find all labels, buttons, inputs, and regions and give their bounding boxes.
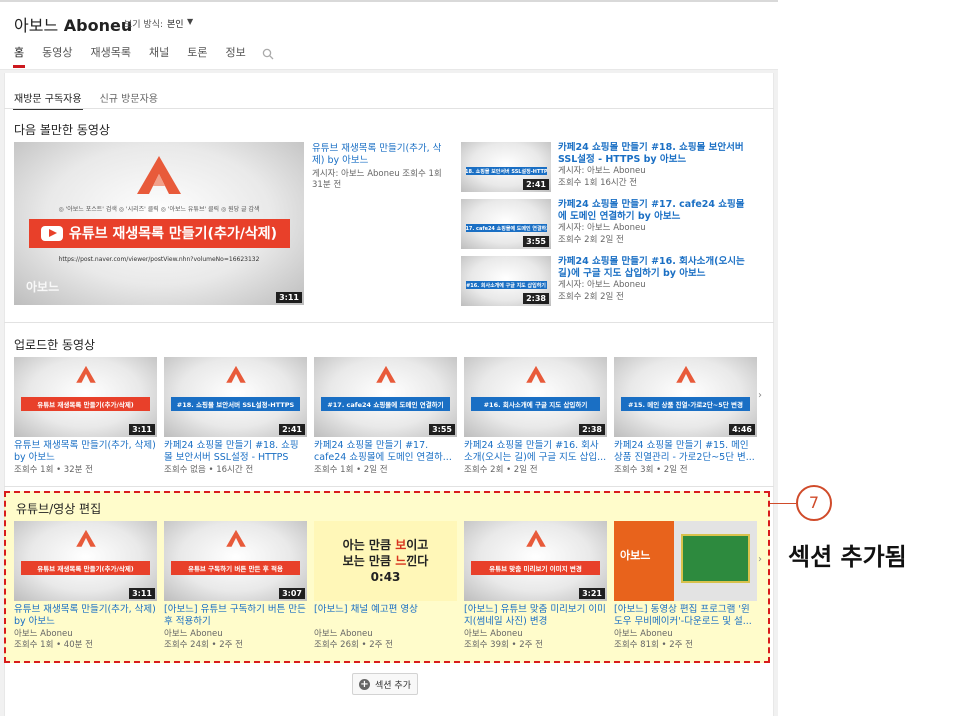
video-duration: 3:55 bbox=[429, 424, 455, 435]
channel-header: 아보느 Aboneu 보기 방식: 본인 ▼ 홈 동영상 재생목록 채널 토론 … bbox=[0, 0, 778, 70]
annotation-connector bbox=[770, 503, 796, 504]
upload-video-thumbnail[interactable]: 유튜브 재생목록 만들기(추가/삭제) 3:11 bbox=[14, 357, 157, 437]
list-video-meta: 조회수 2회 2일 전 bbox=[558, 292, 624, 302]
thumbnail-banner: #16. 회사소개에 구글 지도 삽입하기 bbox=[465, 281, 547, 289]
thumbnail-banner: 유튜브 재생목록 만들기(추가/삭제) bbox=[21, 397, 150, 411]
channel-name[interactable]: 아보느 Aboneu bbox=[14, 12, 132, 36]
upload-video-meta: 조회수 없음 • 16시간 전 bbox=[164, 465, 254, 475]
tab-discussion[interactable]: 토론 bbox=[187, 46, 207, 68]
thumbnail-caption: ◎ '아보느 포스트' 검색 ◎ '시리즈' 클릭 ◎ '아보느 유튜브' 클릭… bbox=[58, 205, 260, 213]
section-title-continue: 다음 볼만한 동영상 bbox=[14, 123, 110, 137]
list-video-title[interactable]: 카페24 쇼핑몰 만들기 #16. 회사소개(오시는 길)에 구글 지도 삽입하… bbox=[558, 256, 758, 280]
tab-playlists[interactable]: 재생목록 bbox=[91, 46, 131, 68]
channel-name-en: Aboneu bbox=[63, 16, 133, 35]
upload-video-title[interactable]: 카페24 쇼핑몰 만들기 #15. 메인 상품 진열관리 - 가로2단~5단 변… bbox=[614, 440, 757, 464]
upload-video-meta: 조회수 1회 • 2일 전 bbox=[314, 465, 388, 475]
tab-videos[interactable]: 동영상 bbox=[42, 46, 72, 68]
thumbnail-watermark: 아보느 bbox=[26, 280, 60, 294]
video-duration: 3:11 bbox=[276, 292, 302, 303]
logo-icon bbox=[375, 365, 396, 383]
featured-video-age: 31분 전 bbox=[312, 180, 342, 190]
upload-video-title[interactable]: 카페24 쇼핑몰 만들기 #17. cafe24 쇼핑몰에 도메인 연결하... bbox=[314, 440, 457, 464]
video-duration: 2:41 bbox=[523, 179, 549, 190]
featured-video-title[interactable]: 유튜브 재생목록 만들기(추가, 삭제) by 아보느 bbox=[312, 143, 452, 169]
header-top-border bbox=[0, 0, 778, 2]
list-video-meta: 조회수 2회 2일 전 bbox=[558, 235, 624, 245]
logo-icon bbox=[525, 365, 546, 383]
upload-video-meta: 조회수 3회 • 2일 전 bbox=[614, 465, 688, 475]
video-duration: 3:11 bbox=[129, 424, 155, 435]
channel-home-page: 아보느 Aboneu 보기 방식: 본인 ▼ 홈 동영상 재생목록 채널 토론 … bbox=[0, 0, 966, 716]
list-video-title[interactable]: 카페24 쇼핑몰 만들기 #17. cafe24 쇼핑몰에 도메인 연결하기 b… bbox=[558, 199, 753, 223]
add-section-button[interactable]: + 섹션 추가 bbox=[352, 673, 418, 695]
upload-video-thumbnail[interactable]: #17. cafe24 쇼핑몰에 도메인 연결하기 3:55 bbox=[314, 357, 457, 437]
thumbnail-banner: #18. 쇼핑몰 보안서버 SSL설정-HTTPS bbox=[465, 167, 547, 175]
youtube-play-icon bbox=[41, 225, 63, 241]
list-video-title[interactable]: 카페24 쇼핑몰 만들기 #18. 쇼핑몰 보안서버 SSL설정 - HTTPS… bbox=[558, 142, 753, 166]
tab-new-visitors[interactable]: 신규 방문자용 bbox=[100, 90, 158, 110]
chevron-right-icon[interactable]: › bbox=[758, 390, 762, 401]
view-as-label: 보기 방식: bbox=[124, 20, 164, 30]
logo-icon bbox=[137, 156, 181, 194]
highlighted-section-border bbox=[4, 491, 770, 663]
upload-video-meta: 조회수 2회 • 2일 전 bbox=[464, 465, 538, 475]
list-video-thumbnail[interactable]: #17. cafe24 쇼핑몰에 도메인 연결하기 3:55 bbox=[461, 199, 551, 249]
search-icon[interactable] bbox=[262, 48, 274, 60]
list-video-channel: 게시자: 아보느 Aboneu bbox=[558, 280, 646, 290]
upload-video-title[interactable]: 카페24 쇼핑몰 만들기 #16. 회사소개(오시는 길)에 구글 지도 삽입.… bbox=[464, 440, 607, 464]
upload-video-title[interactable]: 유튜브 재생목록 만들기(추가, 삭제) by 아보느 bbox=[14, 440, 157, 464]
channel-tabs: 홈 동영상 재생목록 채널 토론 정보 bbox=[12, 46, 264, 68]
tab-home[interactable]: 홈 bbox=[12, 46, 26, 68]
list-video-channel: 게시자: 아보느 Aboneu bbox=[558, 166, 646, 176]
video-duration: 2:38 bbox=[579, 424, 605, 435]
caret-down-icon[interactable]: ▼ bbox=[187, 17, 193, 26]
logo-icon bbox=[75, 365, 96, 383]
section-title-uploads: 업로드한 동영상 bbox=[14, 338, 96, 352]
channel-name-kr: 아보느 bbox=[14, 16, 59, 35]
audience-tabs: 재방문 구독자용 신규 방문자용 bbox=[13, 90, 176, 110]
tab-channels[interactable]: 채널 bbox=[149, 46, 169, 68]
upload-video-title[interactable]: 카페24 쇼핑몰 만들기 #18. 쇼핑몰 보안서버 SSL설정 - HTTPS… bbox=[164, 440, 307, 464]
divider bbox=[4, 322, 774, 323]
logo-icon bbox=[675, 365, 696, 383]
view-as-dropdown[interactable]: 본인 bbox=[167, 17, 184, 30]
video-duration: 2:38 bbox=[523, 293, 549, 304]
list-video-thumbnail[interactable]: #16. 회사소개에 구글 지도 삽입하기 2:38 bbox=[461, 256, 551, 306]
thumbnail-banner-text: 유튜브 재생목록 만들기(추가/삭제) bbox=[69, 226, 277, 243]
thumbnail-banner: #17. cafe24 쇼핑몰에 도메인 연결하기 bbox=[465, 224, 547, 232]
plus-icon: + bbox=[359, 678, 370, 690]
list-video-thumbnail[interactable]: #18. 쇼핑몰 보안서버 SSL설정-HTTPS 2:41 bbox=[461, 142, 551, 192]
tab-about[interactable]: 정보 bbox=[225, 46, 245, 68]
list-video-meta: 조회수 1회 16시간 전 bbox=[558, 178, 638, 188]
upload-video-thumbnail[interactable]: #15. 메인 상품 진열-가로2단~5단 변경 4:46 bbox=[614, 357, 757, 437]
thumbnail-banner: 유튜브 재생목록 만들기(추가/삭제) bbox=[28, 218, 290, 248]
list-video-channel: 게시자: 아보느 Aboneu bbox=[558, 223, 646, 233]
thumbnail-banner: #17. cafe24 쇼핑몰에 도메인 연결하기 bbox=[321, 397, 450, 411]
annotation-text: 섹션 추가됨 bbox=[788, 543, 907, 571]
logo-icon bbox=[225, 365, 246, 383]
upload-video-thumbnail[interactable]: #18. 쇼핑몰 보안서버 SSL설정-HTTPS 2:41 bbox=[164, 357, 307, 437]
video-duration: 3:55 bbox=[523, 236, 549, 247]
video-duration: 2:41 bbox=[279, 424, 305, 435]
add-section-label: 섹션 추가 bbox=[375, 680, 411, 691]
thumbnail-banner: #18. 쇼핑몰 보안서버 SSL설정-HTTPS bbox=[171, 397, 300, 411]
tab-returning-subscribers[interactable]: 재방문 구독자용 bbox=[13, 90, 83, 110]
thumbnail-banner: #16. 회사소개에 구글 지도 삽입하기 bbox=[471, 397, 600, 411]
video-duration: 4:46 bbox=[729, 424, 755, 435]
annotation-number: 7 bbox=[796, 485, 832, 521]
featured-video-meta: 게시자: 아보느 Aboneu 조회수 1회 bbox=[312, 169, 442, 179]
thumbnail-banner: #15. 메인 상품 진열-가로2단~5단 변경 bbox=[621, 397, 750, 411]
featured-video-thumbnail[interactable]: ◎ '아보느 포스트' 검색 ◎ '시리즈' 클릭 ◎ '아보느 유튜브' 클릭… bbox=[14, 142, 304, 305]
divider bbox=[4, 486, 774, 487]
divider bbox=[4, 108, 774, 109]
thumbnail-url: https://post.naver.com/viewer/postView.n… bbox=[58, 256, 260, 264]
upload-video-thumbnail[interactable]: #16. 회사소개에 구글 지도 삽입하기 2:38 bbox=[464, 357, 607, 437]
upload-video-meta: 조회수 1회 • 32분 전 bbox=[14, 465, 93, 475]
